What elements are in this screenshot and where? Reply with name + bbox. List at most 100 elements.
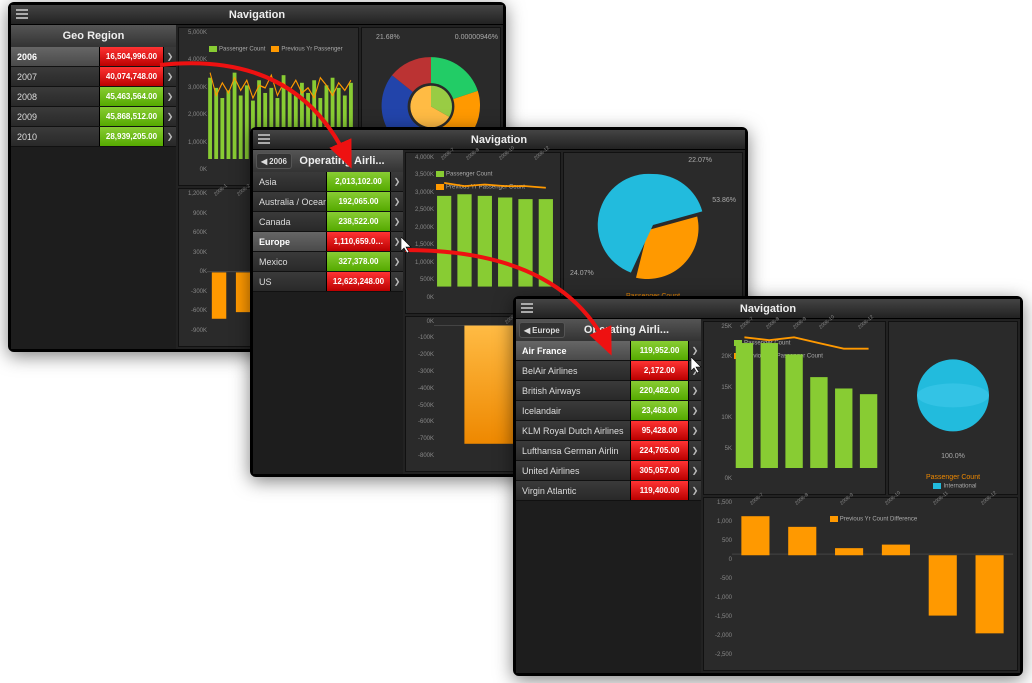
list-item[interactable]: 200740,074,748.00❯ — [11, 67, 176, 87]
row-value: 192,065.00 — [327, 192, 391, 211]
chevron-right-icon[interactable]: ❯ — [391, 172, 403, 191]
diff-bar-chart: 1,5001,0005000-500-1,000-1,500-2,000-2,5… — [703, 497, 1018, 671]
list-item[interactable]: Asia2,013,102.00❯ — [253, 172, 403, 192]
chevron-right-icon[interactable]: ❯ — [391, 192, 403, 211]
chevron-right-icon[interactable]: ❯ — [689, 461, 701, 480]
chevron-right-icon[interactable]: ❯ — [689, 401, 701, 420]
pie-chart: 100.0% Passenger Count International — [888, 321, 1018, 495]
row-label: Virgin Atlantic — [516, 481, 631, 500]
chevron-right-icon[interactable]: ❯ — [689, 381, 701, 400]
row-value: 327,378.00 — [327, 252, 391, 271]
row-label: 2006 — [11, 47, 100, 66]
row-label: Lufthansa German Airlin — [516, 441, 631, 460]
list-item[interactable]: 201028,939,205.00❯ — [11, 127, 176, 147]
pie-title: Passenger Count — [893, 474, 1013, 481]
pie-chart: 22.07% 53.86% 24.07% Passenger Count Ter… — [563, 152, 743, 314]
row-label: Australia / Oceania — [253, 192, 327, 211]
list-item[interactable]: US12,623,248.00❯ — [253, 272, 403, 292]
titlebar: Navigation — [11, 5, 503, 25]
row-value: 119,400.00 — [631, 481, 689, 500]
pie-pct-2: 0.00000946% — [455, 34, 498, 41]
list-item[interactable]: Europe1,110,659.0…❯ — [253, 232, 403, 252]
chevron-right-icon[interactable]: ❯ — [689, 441, 701, 460]
sidebar-header: Geo Region — [11, 25, 176, 47]
row-value: 45,868,512.00 — [100, 107, 164, 126]
row-label: British Airways — [516, 381, 631, 400]
row-label: US — [253, 272, 327, 291]
list-item[interactable]: United Airlines305,057.00❯ — [516, 461, 701, 481]
list-item[interactable]: Lufthansa German Airlin224,705.00❯ — [516, 441, 701, 461]
list-item[interactable]: Canada238,522.00❯ — [253, 212, 403, 232]
row-value: 220,482.00 — [631, 381, 689, 400]
row-value: 2,172.00 — [631, 361, 689, 380]
menu-icon[interactable] — [16, 9, 28, 19]
title-text: Navigation — [740, 303, 796, 315]
chevron-right-icon[interactable]: ❯ — [391, 212, 403, 231]
list-item[interactable]: KLM Royal Dutch Airlines95,428.00❯ — [516, 421, 701, 441]
row-value: 16,504,996.00 — [100, 47, 164, 66]
sidebar: ◀ Europe Operating Airli... Air France11… — [516, 319, 701, 673]
list-item[interactable]: Mexico327,378.00❯ — [253, 252, 403, 272]
list-item[interactable]: BelAir Airlines2,172.00❯ — [516, 361, 701, 381]
bar-line-chart: 4,000K3,500K3,000K2,500K2,000K1,500K1,00… — [405, 152, 561, 314]
row-value: 1,110,659.0… — [327, 232, 391, 251]
chevron-right-icon[interactable]: ❯ — [164, 67, 176, 86]
row-value: 95,428.00 — [631, 421, 689, 440]
list-item[interactable]: 200945,868,512.00❯ — [11, 107, 176, 127]
pie-pct-1: 100.0% — [889, 453, 1017, 460]
row-value: 2,013,102.00 — [327, 172, 391, 191]
sidebar-header: ◀ 2006 Operating Airli... — [253, 150, 403, 172]
dashboard-window-airlines-detail: Navigation ◀ Europe Operating Airli... A… — [513, 296, 1023, 676]
list-item[interactable]: 200845,463,564.00❯ — [11, 87, 176, 107]
row-label: Icelandair — [516, 401, 631, 420]
pie-pct-3: 24.07% — [570, 270, 594, 277]
pie-pct-1: 21.68% — [376, 34, 400, 41]
row-label: Air France — [516, 341, 631, 360]
chevron-left-icon: ◀ — [261, 157, 267, 166]
row-value: 23,463.00 — [631, 401, 689, 420]
chevron-right-icon[interactable]: ❯ — [164, 127, 176, 146]
chevron-right-icon[interactable]: ❯ — [164, 87, 176, 106]
bar-line-chart: 25K20K15K10K5K0K 2006-72006-82006-92006-… — [703, 321, 886, 495]
row-label: 2008 — [11, 87, 100, 106]
titlebar: Navigation — [516, 299, 1020, 319]
title-text: Navigation — [229, 9, 285, 21]
row-label: 2010 — [11, 127, 100, 146]
row-label: Mexico — [253, 252, 327, 271]
chevron-right-icon[interactable]: ❯ — [689, 421, 701, 440]
back-button[interactable]: ◀ 2006 — [256, 153, 292, 169]
pie-legend: International — [897, 483, 1013, 490]
row-label: 2009 — [11, 107, 100, 126]
chevron-right-icon[interactable]: ❯ — [689, 481, 701, 500]
list-item[interactable]: 200616,504,996.00❯ — [11, 47, 176, 67]
row-label: United Airlines — [516, 461, 631, 480]
list-item[interactable]: Virgin Atlantic119,400.00❯ — [516, 481, 701, 501]
row-value: 12,623,248.00 — [327, 272, 391, 291]
pie-pct-2: 53.86% — [712, 197, 736, 204]
list-item[interactable]: Australia / Oceania192,065.00❯ — [253, 192, 403, 212]
list-item[interactable]: Air France119,952.00❯ — [516, 341, 701, 361]
chevron-left-icon: ◀ — [524, 326, 530, 335]
titlebar: Navigation — [253, 130, 745, 150]
menu-icon[interactable] — [258, 134, 270, 144]
row-label: 2007 — [11, 67, 100, 86]
chevron-right-icon[interactable]: ❯ — [164, 107, 176, 126]
row-value: 40,074,748.00 — [100, 67, 164, 86]
row-value: 45,463,564.00 — [100, 87, 164, 106]
menu-icon[interactable] — [521, 303, 533, 313]
sidebar: ◀ 2006 Operating Airli... Asia2,013,102.… — [253, 150, 403, 474]
sidebar-header: ◀ Europe Operating Airli... — [516, 319, 701, 341]
back-button[interactable]: ◀ Europe — [519, 322, 565, 338]
title-text: Navigation — [471, 134, 527, 146]
list-item[interactable]: British Airways220,482.00❯ — [516, 381, 701, 401]
row-value: 224,705.00 — [631, 441, 689, 460]
row-value: 305,057.00 — [631, 461, 689, 480]
row-label: BelAir Airlines — [516, 361, 631, 380]
chevron-right-icon[interactable]: ❯ — [391, 272, 403, 291]
row-value: 238,522.00 — [327, 212, 391, 231]
pie-pct-1: 22.07% — [688, 157, 712, 164]
chevron-right-icon[interactable]: ❯ — [391, 252, 403, 271]
list-item[interactable]: Icelandair23,463.00❯ — [516, 401, 701, 421]
chevron-right-icon[interactable]: ❯ — [164, 47, 176, 66]
row-label: Canada — [253, 212, 327, 231]
